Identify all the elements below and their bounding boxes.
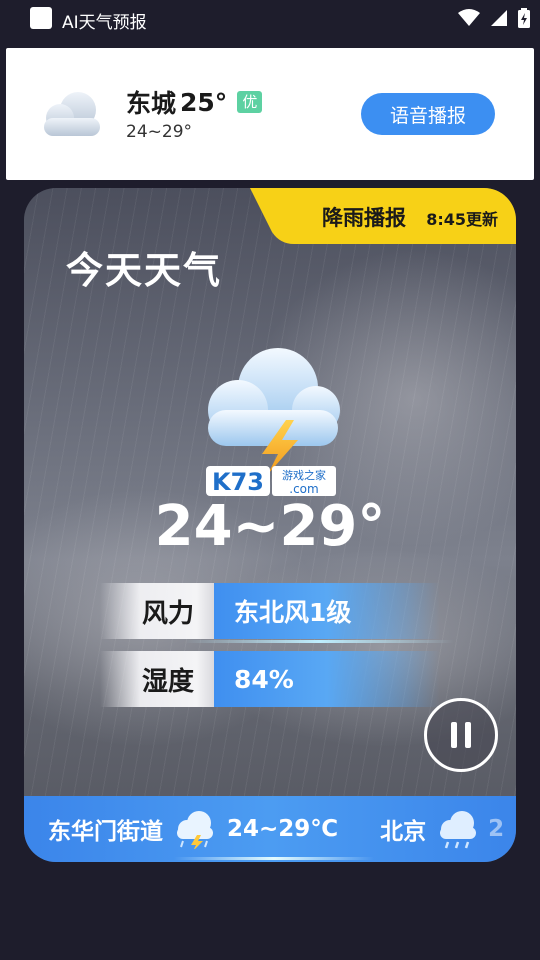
battery-icon (518, 8, 530, 28)
temperature-range: 24~29° (126, 122, 193, 142)
watermark-text: 游戏之家 (282, 468, 326, 482)
humidity-row: 湿度 84% (100, 651, 440, 707)
current-weather-card[interactable]: 东城 25° 优 24~29° 语音播报 (6, 48, 534, 180)
thunderstorm-icon (208, 348, 340, 474)
today-temperature-range: 24~29° (154, 494, 386, 559)
ticker-glow (174, 857, 374, 860)
watermark-brand: K73 (212, 468, 264, 496)
current-temperature: 25° (180, 87, 228, 117)
aqi-badge: 优 (237, 91, 263, 113)
ticker-temperature: 2 (488, 816, 505, 842)
pause-icon-bar (451, 722, 457, 748)
wind-row: 风力 东北风1级 (100, 583, 440, 639)
cloudy-icon (44, 92, 100, 136)
status-bar: AI天气预报 (0, 0, 540, 36)
ticker-place: 北京 (380, 819, 427, 845)
glow-divider (184, 640, 454, 643)
wifi-icon (458, 9, 480, 26)
k73-watermark-logo: K73 游戏之家 .com (206, 466, 336, 496)
pause-icon-bar (465, 722, 471, 748)
rain-cloud-icon (440, 811, 477, 849)
rain-broadcast-title[interactable]: 降雨播报 (322, 202, 406, 232)
update-time: 8:45更新 (426, 210, 498, 229)
city-name: 东城 (126, 89, 177, 118)
signal-icon (491, 10, 507, 26)
pause-button[interactable] (424, 698, 498, 772)
today-weather-card: 降雨播报 8:45更新 今天天气 K73 游戏之家 .com 24~29° 风力… (24, 188, 516, 862)
ticker-temperature: 24~29℃ (227, 816, 339, 842)
wind-label: 风力 (100, 583, 214, 639)
app-icon (30, 7, 52, 29)
location-ticker[interactable]: 东华门街道 24~29℃ 北京 2 (24, 796, 516, 862)
wind-value: 东北风1级 (214, 583, 440, 639)
status-app-title: AI天气预报 (62, 13, 147, 33)
ticker-place: 东华门街道 (48, 819, 163, 845)
thunder-shower-icon (177, 811, 213, 849)
status-icons (458, 8, 530, 28)
city-line: 东城 25° 优 (126, 84, 263, 120)
today-weather-heading: 今天天气 (66, 249, 222, 292)
humidity-label: 湿度 (100, 651, 214, 707)
humidity-value: 84% (214, 651, 440, 707)
voice-broadcast-button[interactable]: 语音播报 (361, 93, 495, 135)
